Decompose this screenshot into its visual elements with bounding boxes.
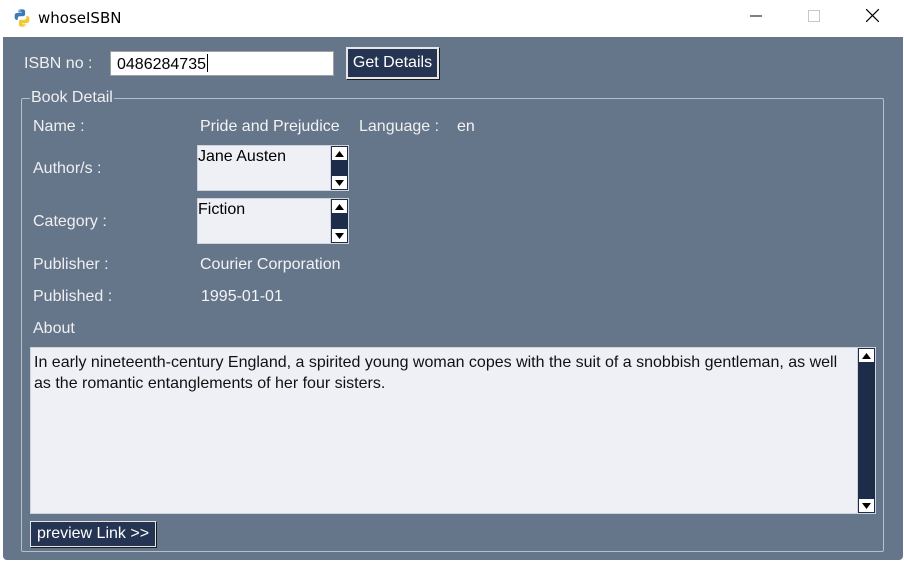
arrow-up-icon[interactable] bbox=[332, 200, 347, 213]
maximize-icon bbox=[808, 9, 820, 27]
python-icon bbox=[12, 8, 32, 28]
authors-listbox[interactable]: Jane Austen bbox=[197, 145, 349, 191]
text-caret bbox=[206, 54, 208, 72]
arrow-down-icon[interactable] bbox=[332, 229, 347, 242]
language-value: en bbox=[457, 118, 475, 135]
minimize-button[interactable] bbox=[727, 0, 785, 36]
about-label: About bbox=[33, 320, 75, 337]
category-listbox[interactable]: Fiction bbox=[197, 198, 349, 244]
name-value: Pride and Prejudice bbox=[200, 118, 340, 135]
publisher-label: Publisher : bbox=[33, 256, 109, 273]
isbn-input[interactable]: 0486284735 bbox=[110, 51, 334, 76]
get-details-button[interactable]: Get Details bbox=[346, 47, 439, 79]
arrow-up-icon[interactable] bbox=[859, 349, 874, 362]
category-scrollbar[interactable] bbox=[330, 199, 348, 243]
preview-link-button[interactable]: preview Link >> bbox=[30, 521, 156, 547]
close-icon bbox=[865, 8, 879, 27]
isbn-input-value: 0486284735 bbox=[117, 56, 206, 73]
language-label: Language : bbox=[359, 118, 440, 135]
arrow-down-icon[interactable] bbox=[332, 176, 347, 189]
minimize-icon bbox=[750, 9, 762, 27]
about-text: In early nineteenth-century England, a s… bbox=[34, 354, 838, 392]
list-item[interactable]: Jane Austen bbox=[198, 148, 286, 166]
maximize-button[interactable] bbox=[785, 0, 843, 36]
isbn-label: ISBN no : bbox=[24, 55, 93, 72]
arrow-up-icon[interactable] bbox=[332, 147, 347, 160]
client-area: ISBN no : 0486284735 Get Details Book De… bbox=[3, 37, 903, 560]
category-label: Category : bbox=[33, 213, 107, 230]
arrow-down-icon[interactable] bbox=[859, 499, 874, 512]
window-title: whoseISBN bbox=[38, 9, 122, 27]
published-label: Published : bbox=[33, 288, 113, 305]
list-item[interactable]: Fiction bbox=[198, 201, 245, 219]
authors-scrollbar[interactable] bbox=[330, 146, 348, 190]
about-scrollbar[interactable] bbox=[857, 348, 875, 513]
app-window: whoseISBN ISBN no : 0486284735 Get Detai… bbox=[0, 0, 904, 562]
publisher-value: Courier Corporation bbox=[200, 256, 341, 273]
authors-label: Author/s : bbox=[33, 160, 102, 177]
about-textbox[interactable]: In early nineteenth-century England, a s… bbox=[30, 347, 876, 514]
title-bar[interactable]: whoseISBN bbox=[0, 0, 904, 36]
published-value: 1995-01-01 bbox=[201, 288, 283, 305]
close-button[interactable] bbox=[843, 0, 901, 36]
book-detail-title: Book Detail bbox=[30, 89, 114, 107]
name-label: Name : bbox=[33, 118, 85, 135]
